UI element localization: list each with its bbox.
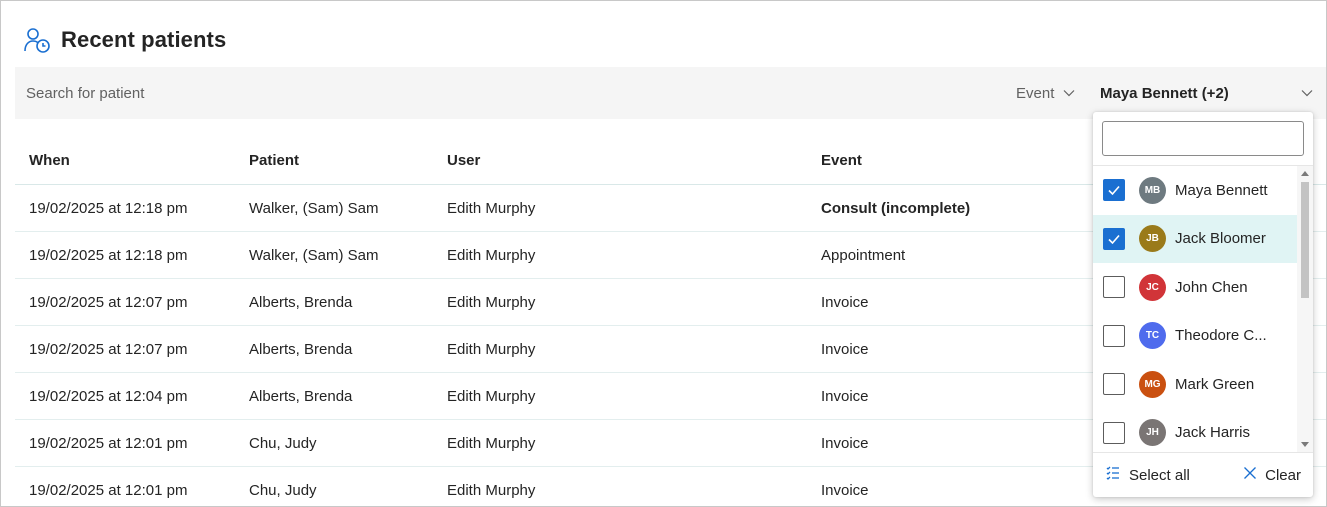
avatar: MG bbox=[1139, 370, 1166, 398]
column-header-patient: Patient bbox=[249, 152, 300, 169]
user-option[interactable]: JC John Chen bbox=[1093, 263, 1297, 312]
chevron-down-icon bbox=[1062, 86, 1076, 100]
checkbox-unchecked[interactable] bbox=[1103, 421, 1125, 444]
user-option-name: Jack Harris bbox=[1175, 424, 1251, 442]
cell-when: 19/02/2025 at 12:01 pm bbox=[29, 434, 188, 452]
cell-when: 19/02/2025 at 12:07 pm bbox=[29, 293, 188, 311]
column-header-when: When bbox=[29, 152, 70, 169]
cell-event: Invoice bbox=[821, 434, 869, 452]
user-option-list: MB Maya Bennett JB Jack Bloomer JC John … bbox=[1093, 166, 1297, 452]
cell-patient: Alberts, Brenda bbox=[249, 340, 353, 358]
user-filter-popup: MB Maya Bennett JB Jack Bloomer JC John … bbox=[1093, 112, 1313, 497]
user-filter-dropdown[interactable]: Maya Bennett (+2) bbox=[1100, 81, 1314, 105]
cell-patient: Alberts, Brenda bbox=[249, 387, 353, 405]
search-patient-input[interactable] bbox=[15, 67, 715, 119]
cell-user: Edith Murphy bbox=[447, 340, 536, 358]
cell-user: Edith Murphy bbox=[447, 293, 536, 311]
user-option[interactable]: MG Mark Green bbox=[1093, 360, 1297, 409]
page-title: Recent patients bbox=[61, 27, 227, 52]
user-option-name: Mark Green bbox=[1175, 375, 1255, 393]
cell-patient: Chu, Judy bbox=[249, 481, 317, 499]
user-option[interactable]: JB Jack Bloomer bbox=[1093, 214, 1297, 263]
cell-patient: Walker, (Sam) Sam bbox=[249, 199, 379, 217]
cell-event: Appointment bbox=[821, 246, 906, 264]
user-option[interactable]: MB Maya Bennett bbox=[1093, 166, 1297, 215]
checkmark-icon bbox=[1108, 186, 1120, 196]
scroll-down-arrow-icon[interactable] bbox=[1301, 442, 1309, 447]
avatar: JB bbox=[1139, 225, 1166, 253]
user-popup-footer: Select all Clear bbox=[1093, 452, 1313, 497]
user-option-name: John Chen bbox=[1175, 278, 1248, 296]
user-list-scrollbar[interactable] bbox=[1297, 166, 1313, 452]
column-header-event: Event bbox=[821, 152, 862, 169]
user-filter-label: Maya Bennett (+2) bbox=[1100, 84, 1229, 102]
cell-when: 19/02/2025 at 12:07 pm bbox=[29, 340, 188, 358]
panel-header: Recent patients bbox=[23, 25, 226, 55]
user-option-name: Theodore C... bbox=[1175, 327, 1267, 345]
checkbox-unchecked[interactable] bbox=[1103, 373, 1125, 396]
cell-event: Invoice bbox=[821, 481, 869, 499]
clear-label: Clear bbox=[1265, 466, 1301, 484]
cell-when: 19/02/2025 at 12:18 pm bbox=[29, 199, 188, 217]
checkbox-unchecked[interactable] bbox=[1103, 324, 1125, 347]
cell-when: 19/02/2025 at 12:01 pm bbox=[29, 481, 188, 499]
checkmark-icon bbox=[1108, 234, 1120, 244]
user-search-input[interactable] bbox=[1102, 121, 1304, 156]
cell-patient: Alberts, Brenda bbox=[249, 293, 353, 311]
avatar: JC bbox=[1139, 273, 1166, 301]
cell-event: Invoice bbox=[821, 293, 869, 311]
cell-event: Consult (incomplete) bbox=[821, 199, 971, 217]
cell-when: 19/02/2025 at 12:18 pm bbox=[29, 246, 188, 264]
event-filter-label: Event bbox=[1016, 84, 1055, 102]
scroll-thumb[interactable] bbox=[1301, 182, 1309, 298]
checkbox-checked[interactable] bbox=[1103, 227, 1125, 250]
cell-event: Invoice bbox=[821, 340, 869, 358]
cell-user: Edith Murphy bbox=[447, 199, 536, 217]
patient-clock-icon bbox=[23, 26, 51, 54]
cell-user: Edith Murphy bbox=[447, 246, 536, 264]
cell-when: 19/02/2025 at 12:04 pm bbox=[29, 387, 188, 405]
user-option-name: Jack Bloomer bbox=[1175, 230, 1266, 248]
avatar: JH bbox=[1139, 419, 1166, 447]
recent-patients-panel: Recent patients Event Maya Bennett (+2) … bbox=[0, 0, 1327, 507]
checkbox-checked[interactable] bbox=[1103, 179, 1125, 202]
event-filter-dropdown[interactable]: Event bbox=[1016, 81, 1076, 105]
avatar: TC bbox=[1139, 322, 1166, 350]
cell-user: Edith Murphy bbox=[447, 387, 536, 405]
user-option[interactable]: JH Jack Harris bbox=[1093, 409, 1297, 453]
cell-user: Edith Murphy bbox=[447, 434, 536, 452]
checkbox-unchecked[interactable] bbox=[1103, 276, 1125, 299]
select-all-label: Select all bbox=[1129, 466, 1190, 484]
column-header-user: User bbox=[447, 152, 481, 169]
avatar: MB bbox=[1139, 176, 1166, 204]
cell-user: Edith Murphy bbox=[447, 481, 536, 499]
clear-button[interactable]: Clear bbox=[1243, 466, 1301, 484]
cell-patient: Walker, (Sam) Sam bbox=[249, 246, 379, 264]
scroll-up-arrow-icon[interactable] bbox=[1301, 171, 1309, 176]
select-all-button[interactable]: Select all bbox=[1105, 465, 1190, 485]
cell-event: Invoice bbox=[821, 387, 869, 405]
select-all-icon bbox=[1105, 465, 1121, 485]
cell-patient: Chu, Judy bbox=[249, 434, 317, 452]
chevron-down-icon bbox=[1300, 86, 1314, 100]
close-icon bbox=[1243, 466, 1257, 484]
user-option[interactable]: TC Theodore C... bbox=[1093, 312, 1297, 361]
user-option-name: Maya Bennett bbox=[1175, 181, 1268, 199]
